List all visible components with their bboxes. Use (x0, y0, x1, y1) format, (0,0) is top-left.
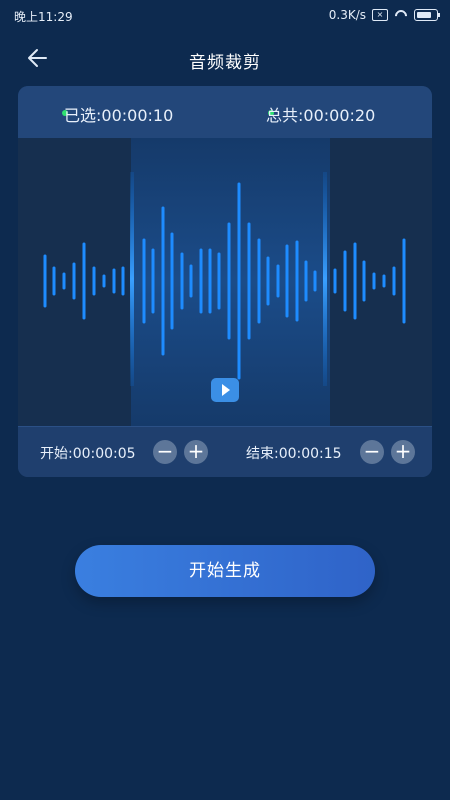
start-increase-button[interactable]: + (184, 440, 208, 464)
play-icon (222, 384, 230, 396)
generate-button[interactable]: 开始生成 (75, 545, 375, 597)
start-time: 开始:00:00:05 (40, 446, 136, 462)
start-decrease-button[interactable]: − (153, 440, 177, 464)
box-icon: × (372, 9, 388, 21)
play-button[interactable] (211, 378, 239, 402)
wifi-icon (394, 10, 408, 20)
trim-card: 已选:00:00:10 总共:00:00:20 开始:00:00:05 − + … (18, 86, 432, 477)
trim-controls: 开始:00:00:05 − + 结束:00:00:15 − + (18, 426, 432, 477)
duration-info-bar: 已选:00:00:10 总共:00:00:20 (18, 86, 432, 138)
status-bar: 晚上11:29 0.3K/s × (0, 0, 450, 30)
network-speed: 0.3K/s (328, 8, 366, 22)
page-title: 音频裁剪 (189, 53, 261, 73)
end-time: 结束:00:00:15 (246, 446, 342, 462)
header: 音频裁剪 (0, 36, 450, 80)
status-icons: 0.3K/s × (328, 8, 440, 22)
battery-icon (414, 9, 440, 21)
end-handle[interactable] (323, 172, 327, 386)
end-decrease-button[interactable]: − (360, 440, 384, 464)
end-increase-button[interactable]: + (391, 440, 415, 464)
start-handle[interactable] (130, 172, 134, 386)
waveform-area[interactable] (18, 138, 432, 426)
selected-duration: 已选:00:00:10 (64, 106, 174, 125)
total-duration: 总共:00:00:20 (266, 106, 376, 125)
status-time: 晚上11:29 (14, 10, 73, 24)
